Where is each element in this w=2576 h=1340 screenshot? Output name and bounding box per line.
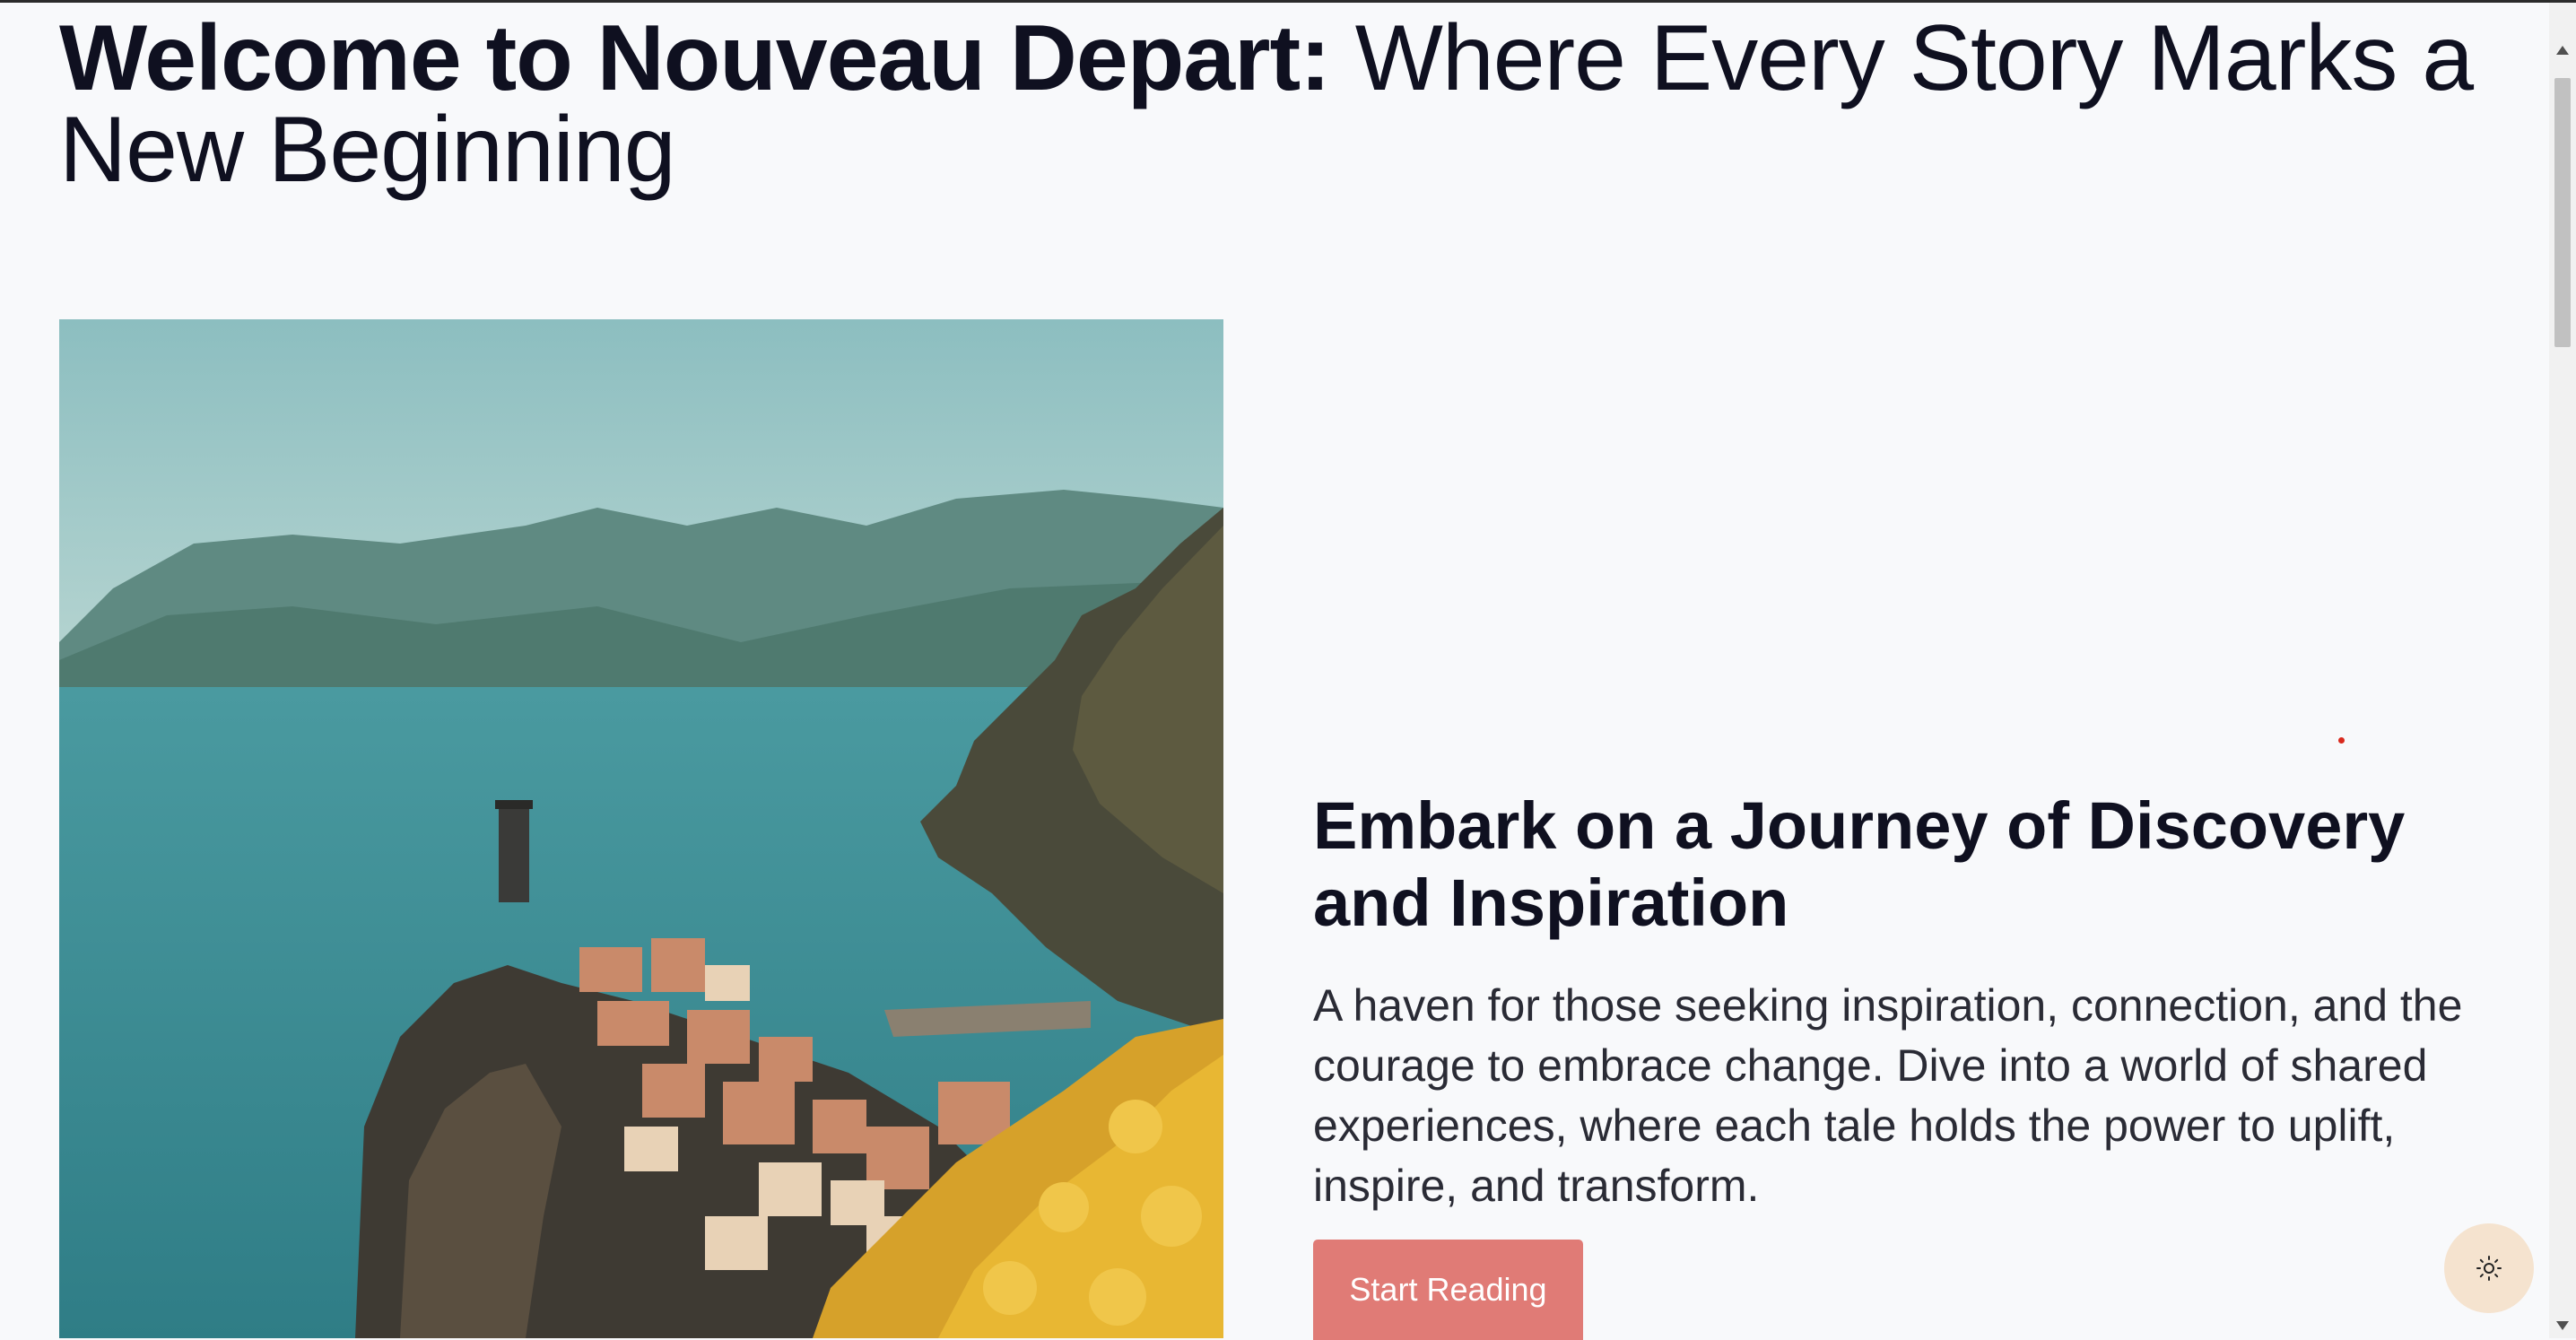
vertical-scrollbar[interactable] <box>2549 3 2576 1338</box>
scroll-up-arrow-icon[interactable] <box>2556 46 2569 55</box>
scrollbar-thumb[interactable] <box>2554 78 2571 347</box>
sun-icon <box>2476 1256 2502 1281</box>
top-border <box>0 0 2576 3</box>
theme-toggle-button[interactable] <box>2444 1223 2534 1313</box>
coastal-village-illustration <box>59 319 1223 1338</box>
scroll-down-arrow-icon[interactable] <box>2556 1321 2569 1330</box>
feature-title: Embark on a Journey of Discovery and Ins… <box>1313 788 2406 940</box>
start-reading-button[interactable]: Start Reading <box>1313 1240 1583 1340</box>
hero-image <box>59 319 1223 1338</box>
feature-description: A haven for those seeking inspiration, c… <box>1313 980 2463 1211</box>
hero-title-bold: Welcome to Nouveau Depart: <box>59 6 1331 110</box>
hero-title: Welcome to Nouveau Depart: Where Every S… <box>59 12 2481 196</box>
cursor-dot <box>2338 737 2345 744</box>
